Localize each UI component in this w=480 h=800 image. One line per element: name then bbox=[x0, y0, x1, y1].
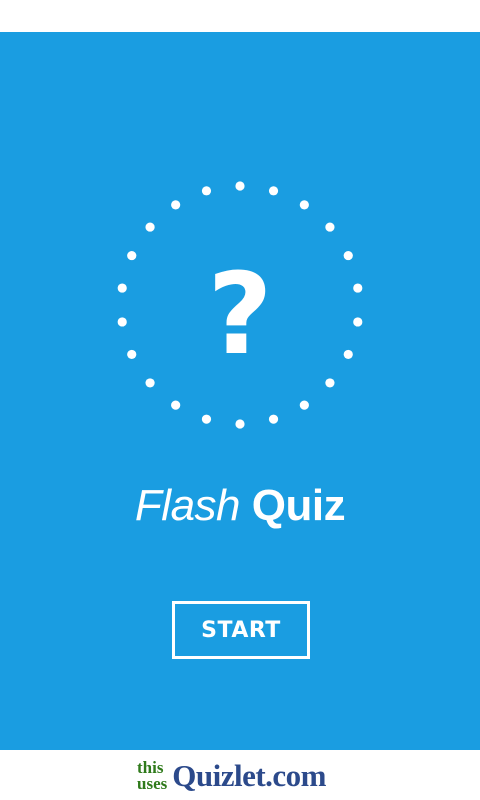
logo-dot bbox=[145, 222, 155, 232]
quiz-logo: ? bbox=[0, 177, 480, 437]
app-title-bold: Quiz bbox=[251, 481, 346, 530]
badge-line-2: uses bbox=[137, 774, 168, 793]
quizlet-badge[interactable]: this uses Quizlet.com bbox=[137, 756, 326, 796]
logo-dot bbox=[268, 414, 279, 424]
logo-dot bbox=[299, 200, 309, 210]
logo-dot bbox=[235, 181, 245, 191]
app-title-italic: Flash bbox=[134, 481, 241, 530]
app-title: Flash Quiz bbox=[0, 482, 480, 530]
top-bar bbox=[0, 0, 480, 32]
logo-dot bbox=[268, 186, 279, 196]
logo-dot bbox=[299, 400, 309, 410]
logo-dot bbox=[325, 222, 335, 232]
badge-small-text: this uses bbox=[137, 759, 168, 793]
logo-dot bbox=[171, 400, 181, 410]
logo-dot bbox=[145, 378, 155, 388]
footer: this uses Quizlet.com bbox=[0, 750, 480, 800]
badge-brand: Quizlet.com bbox=[172, 758, 326, 793]
question-mark-icon: ? bbox=[207, 250, 273, 380]
logo-dot bbox=[201, 414, 212, 424]
logo-dot bbox=[235, 419, 245, 429]
start-button[interactable]: START bbox=[172, 601, 310, 659]
logo-dot bbox=[171, 200, 181, 210]
logo-dot bbox=[201, 186, 212, 196]
logo-dot bbox=[325, 378, 335, 388]
